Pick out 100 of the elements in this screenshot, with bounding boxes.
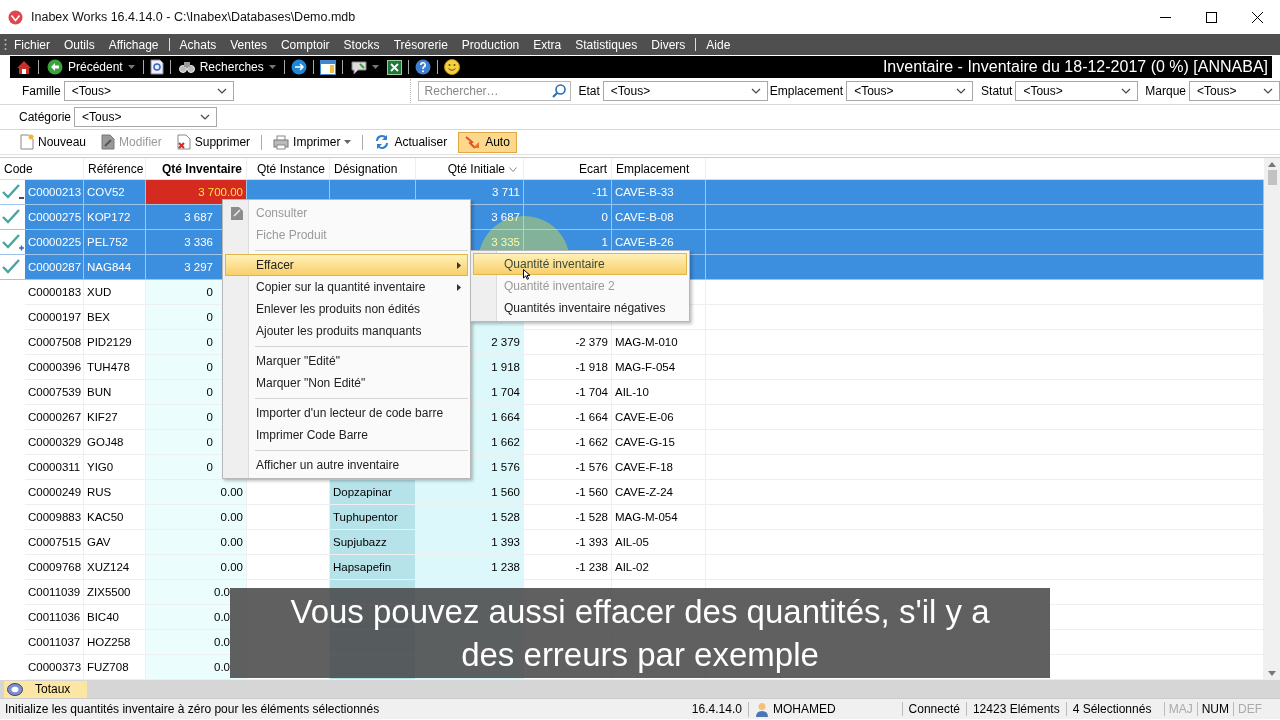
- status-text: Connecté: [901, 702, 966, 716]
- field-label: Catégorie: [19, 110, 72, 124]
- menu-item[interactable]: Ventes: [223, 34, 274, 55]
- totals-tab[interactable]: Totaux: [4, 680, 87, 698]
- menu-item[interactable]: Comptoir: [273, 34, 337, 55]
- toolbar-button[interactable]: Précédent: [45, 59, 137, 75]
- submenu-arrow-icon: [457, 261, 461, 269]
- user-icon: [754, 701, 769, 717]
- search-field[interactable]: Rechercher…: [417, 81, 572, 101]
- chevron-down-icon: [216, 88, 227, 94]
- refresh-icon: [374, 134, 391, 150]
- menu-item[interactable]: Extra: [526, 34, 569, 55]
- table-cell: 0.00: [146, 505, 247, 530]
- search-icon: [552, 84, 567, 98]
- column-header[interactable]: Référence: [84, 158, 146, 179]
- table-cell: 1 528: [416, 505, 524, 530]
- dropdown-field[interactable]: <Tous>: [63, 81, 234, 101]
- chevron-down-icon: [200, 114, 211, 120]
- table-cell: Supjubazz: [330, 530, 416, 555]
- dropdown-field[interactable]: <Tous>: [602, 81, 768, 101]
- menu-item[interactable]: Effacer: [225, 254, 468, 276]
- toolbar-button[interactable]: Recherches: [176, 60, 278, 74]
- column-header[interactable]: Qté Initiale: [416, 158, 524, 179]
- status-indicator: NUM: [1196, 702, 1233, 716]
- user-name: MOHAMED: [772, 702, 836, 716]
- column-header[interactable]: Qté Inventaire: [146, 158, 247, 179]
- new-document-icon: [20, 134, 34, 150]
- scrollbar[interactable]: [1264, 158, 1280, 680]
- menu-item[interactable]: Achats: [172, 34, 224, 55]
- dropdown-field[interactable]: <Tous>: [1015, 81, 1139, 101]
- table-cell: 0.00: [146, 530, 247, 555]
- menu-item[interactable]: Production: [454, 34, 527, 55]
- circle-arrows-icon[interactable]: [290, 59, 307, 75]
- status-text: 12423 Eléments: [965, 702, 1066, 716]
- submenu-arrow-icon: [457, 283, 461, 291]
- field-label: Marque: [1145, 84, 1187, 98]
- column-header[interactable]: Qté Instance: [247, 158, 330, 179]
- field-label: Emplacement: [769, 84, 844, 98]
- toolbar-button[interactable]: Actualiser: [370, 131, 452, 153]
- chevron-down-icon: [956, 88, 967, 94]
- scroll-down-icon[interactable]: [1268, 671, 1276, 676]
- dropdown-field[interactable]: <Tous>: [74, 107, 218, 127]
- maximize-icon[interactable]: [1205, 11, 1217, 23]
- table-cell: Dopzapinar: [330, 480, 416, 505]
- toolbar-button[interactable]: Nouveau: [16, 131, 91, 153]
- app-logo-icon: [8, 9, 23, 25]
- spreadsheet-icon[interactable]: [386, 59, 402, 75]
- column-header[interactable]: Code: [0, 158, 84, 179]
- sort-chevron-icon: [509, 167, 517, 172]
- document-search-icon[interactable]: [149, 59, 164, 75]
- toolbar-button[interactable]: Supprimer: [172, 131, 255, 153]
- version-text: 16.4.14.0: [690, 702, 743, 716]
- column-header[interactable]: Désignation: [330, 158, 416, 179]
- status-message: Initialize les quantités inventaire à zéro pour les éléments sélectionnés: [5, 702, 380, 716]
- caret-icon: [371, 65, 379, 69]
- menu-item[interactable]: Quantités inventaire négatives: [473, 297, 687, 319]
- field-label: Statut: [981, 84, 1013, 98]
- edit-document-icon: [101, 134, 116, 150]
- table-cell: 1 560: [416, 480, 524, 505]
- chevron-down-icon: [750, 88, 761, 94]
- speech-bubble-icon[interactable]: [350, 59, 367, 75]
- menu-item[interactable]: Aide: [699, 34, 738, 55]
- document-icon: [230, 206, 244, 221]
- status-text: 4 Sélectionnés: [1065, 702, 1164, 716]
- window-title: Inabex Works 16.4.14.0 - C:\Inabex\Databases\Demo.mdb: [31, 10, 356, 24]
- table-cell: 0.00: [146, 480, 247, 505]
- menu-item[interactable]: Affichage: [101, 34, 166, 55]
- chevron-down-icon: [1121, 88, 1132, 94]
- dropdown-field[interactable]: <Tous>: [1189, 81, 1280, 101]
- menu-item[interactable]: Stocks: [336, 34, 387, 55]
- column-header[interactable]: Ecart: [524, 158, 612, 179]
- home-icon[interactable]: [16, 59, 32, 75]
- table-cell: Tuphupentor: [330, 505, 416, 530]
- window-icon[interactable]: [319, 59, 336, 75]
- menu-item[interactable]: Divers: [644, 34, 693, 55]
- delete-document-icon: [176, 134, 191, 150]
- menu-item[interactable]: Fichier: [7, 34, 57, 55]
- menu-item[interactable]: Statistiques: [568, 34, 645, 55]
- status-indicator: MAJ: [1163, 702, 1197, 716]
- dropdown-field[interactable]: <Tous>: [846, 81, 974, 101]
- toolbar-button[interactable]: Imprimer: [269, 131, 356, 153]
- column-header[interactable]: Emplacement: [612, 158, 706, 179]
- totals-icon: [7, 682, 23, 696]
- scroll-up-icon[interactable]: [1268, 162, 1276, 167]
- view-title: Inventaire - Inventaire du 18-12-2017 (0 %) [ANNABA]: [882, 58, 1269, 76]
- table-cell: 1 393: [416, 530, 524, 555]
- status-indicator: DEF: [1233, 702, 1266, 716]
- toolbar-button[interactable]: Auto: [458, 131, 517, 153]
- cursor-icon: [523, 269, 531, 280]
- help-icon[interactable]: [414, 59, 431, 75]
- table-cell: 1 238: [416, 555, 524, 580]
- printer-icon: [273, 134, 290, 150]
- field-label: Famille: [22, 84, 61, 98]
- smiley-icon[interactable]: [443, 59, 460, 75]
- scrollbar-thumb[interactable]: [1267, 170, 1277, 185]
- close-icon[interactable]: [1251, 11, 1263, 23]
- menu-item[interactable]: Trésorerie: [386, 34, 455, 55]
- arrows-icon: [465, 134, 482, 150]
- video-caption: Vous pouvez aussi effacer des quantités, s'il y a des erreurs par exemple: [230, 588, 1050, 678]
- menu-item[interactable]: Outils: [57, 34, 102, 55]
